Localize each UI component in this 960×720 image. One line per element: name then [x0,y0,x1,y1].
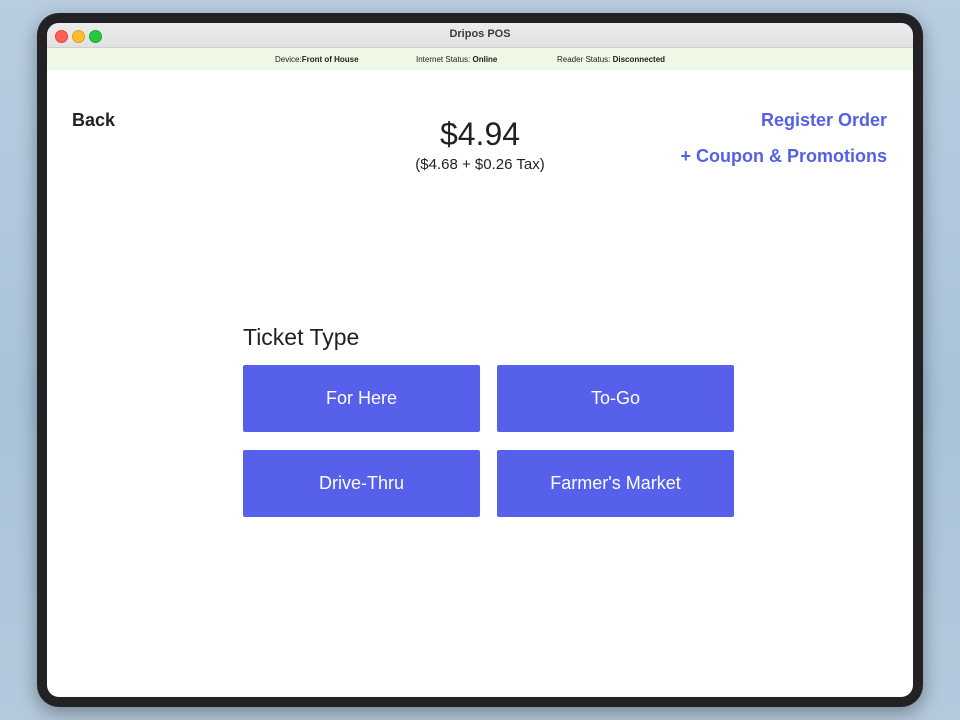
reader-status-value: Disconnected [612,55,666,64]
register-order-link[interactable]: Register Order [761,110,887,131]
status-bar: Device:Front of House Internet Status: O… [47,48,913,70]
ticket-drive-thru-button[interactable]: Drive-Thru [243,450,480,517]
internet-status-label: Internet Status: [416,55,473,64]
device-status: Device:Front of House [275,55,359,64]
coupon-promotions-link[interactable]: + Coupon & Promotions [681,146,888,167]
window-title: Dripos POS [449,28,511,40]
ticket-to-go-button[interactable]: To-Go [497,365,734,432]
ticket-farmers-market-button[interactable]: Farmer's Market [497,450,734,517]
ticket-for-here-button[interactable]: For Here [243,365,480,432]
device-frame: Dripos POS Device:Front of House Interne… [37,13,923,707]
app-window: Dripos POS Device:Front of House Interne… [47,23,913,697]
title-bar: Dripos POS [47,23,913,48]
reader-status-label: Reader Status: [557,55,613,64]
internet-status: Internet Status: Online [416,55,497,64]
reader-status: Reader Status: Disconnected [557,55,665,64]
internet-status-value: Online [472,55,498,64]
ticket-type-heading: Ticket Type [243,324,360,350]
device-status-value: Front of House [301,55,359,64]
device-status-label: Device: [275,55,302,64]
